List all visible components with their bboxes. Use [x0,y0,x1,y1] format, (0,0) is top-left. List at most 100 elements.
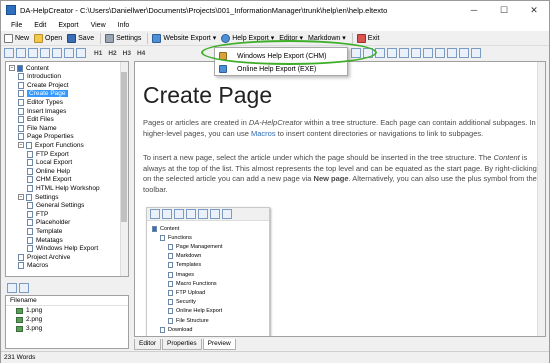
tab-properties[interactable]: Properties [161,339,202,350]
settings-icon [105,33,115,43]
collapse-toggle-icon[interactable]: − [9,65,15,71]
menu-edit[interactable]: Edit [28,22,52,29]
tree-item[interactable]: − Export Functions [18,141,84,149]
page-icon [168,289,173,296]
tree-item-label: Create Project [27,81,69,89]
tree-item[interactable]: Insert Images [18,107,66,115]
code-icon[interactable] [435,48,445,58]
tree-item[interactable]: Introduction [18,73,61,81]
menu-file[interactable]: File [5,22,28,29]
menu-view[interactable]: View [85,22,112,29]
add-subpage-icon[interactable] [16,48,26,58]
clock-icon[interactable] [399,48,409,58]
tree-item[interactable]: File Name [18,124,57,132]
image-icon[interactable] [375,48,385,58]
calendar-icon[interactable] [387,48,397,58]
macro-icon[interactable] [459,48,469,58]
website-export-button[interactable]: Website Export ▾ [152,33,216,43]
menu-item-chm-export[interactable]: Windows Help Export (CHM) [215,50,347,62]
tab-editor[interactable]: Editor [134,339,161,350]
add-page-icon[interactable] [4,48,14,58]
heading2-button[interactable]: H2 [108,50,116,57]
embedded-tree-item: Markdown [168,253,201,260]
tree-item[interactable]: Macros [18,262,48,270]
collapse-toggle-icon[interactable]: − [18,142,24,149]
tab-preview[interactable]: Preview [202,339,236,350]
help-export-menu: Windows Help Export (CHM) Online Help Ex… [214,47,348,76]
tree-item[interactable]: HTML Help Workshop [27,184,100,192]
settings-button[interactable]: Settings [105,33,141,43]
content-root-icon [17,64,23,72]
macros-link[interactable]: Macros [251,129,276,138]
tree-item[interactable]: − Content [9,64,49,72]
tree-scrollbar[interactable] [120,62,128,276]
copy-icon[interactable] [64,48,74,58]
menu-info[interactable]: Info [112,22,136,29]
tree-item[interactable]: FTP Export [27,150,69,158]
save-button[interactable]: Save [67,33,94,43]
heading1-button[interactable]: H1 [94,50,102,57]
preview-scrollbar[interactable] [537,62,545,336]
move-up-icon[interactable] [40,48,50,58]
app-icon [6,5,16,15]
tree-item-label: General Settings [36,202,85,210]
menu-export[interactable]: Export [52,22,84,29]
new-button[interactable]: New [4,33,29,43]
tree-item[interactable]: Template [27,227,62,235]
image-file-icon [16,325,23,332]
refresh-icon[interactable] [76,48,86,58]
preview-icon[interactable] [471,48,481,58]
link-icon[interactable] [423,48,433,58]
tree-item[interactable]: Windows Help Export [27,245,98,253]
list-item[interactable]: 3.png [6,324,128,333]
embedded-tree-label: Download [168,326,193,333]
embedded-tree-label: FTP Upload [176,289,206,296]
tree-item[interactable]: Online Help [27,167,70,175]
open-button[interactable]: Open [34,33,62,43]
list-item[interactable]: 1.png [6,306,128,315]
tree-item-label: FTP [36,210,49,218]
tree-item[interactable]: Page Properties [18,133,74,141]
editor-button[interactable]: Editor ▾ [279,34,303,43]
list-item[interactable]: 2.png [6,315,128,324]
tree-item[interactable]: Create Project [18,81,69,89]
tree-item[interactable]: Placeholder [27,219,70,227]
tree-item[interactable]: Create Page [18,90,68,98]
embedded-tree-item: Macro Functions [168,280,217,287]
exit-button[interactable]: Exit [356,33,379,43]
tree-scrollbar-thumb[interactable] [121,72,127,222]
list-icon[interactable] [411,48,421,58]
tree-item[interactable]: Editor Types [18,98,63,106]
table-icon[interactable] [351,48,361,58]
tree-item[interactable]: Project Archive [18,253,70,261]
tree-item[interactable]: General Settings [27,202,84,210]
delete-page-icon[interactable] [28,48,38,58]
minimize-button[interactable]: ─ [459,1,489,19]
tree-item[interactable]: Metatags [27,236,63,244]
add-file-icon[interactable] [7,282,17,293]
tree-item[interactable]: Edit Files [18,116,54,124]
page-icon [168,253,173,260]
page-icon [27,167,33,175]
file-list: Filename 1.png 2.png 3.png [5,295,129,349]
status-bar: 231 Words [1,351,549,363]
maximize-button[interactable]: ☐ [489,1,519,19]
delete-file-icon[interactable] [19,282,29,293]
menu-item-online-export[interactable]: Online Help Export (EXE) [215,63,347,75]
collapse-toggle-icon[interactable]: − [18,194,24,200]
anchor-icon[interactable] [447,48,457,58]
move-down-icon[interactable] [52,48,62,58]
close-button[interactable]: ✕ [519,1,549,19]
grid-icon[interactable] [363,48,373,58]
new-icon [4,33,13,43]
help-export-button[interactable]: Help Export ▾ [221,33,274,43]
tree-item[interactable]: − Settings [18,193,59,201]
file-list-header: Filename [6,296,128,306]
heading4-button[interactable]: H4 [137,50,145,57]
tree-item[interactable]: CHM Export [27,176,71,184]
markdown-select[interactable]: Markdown ▾ [308,34,346,43]
heading3-button[interactable]: H3 [123,50,131,57]
tree-item[interactable]: FTP [27,210,48,218]
tree-item[interactable]: Local Export [27,159,72,167]
page-tree[interactable]: − Content Introduction Create Project Create… [5,61,129,277]
